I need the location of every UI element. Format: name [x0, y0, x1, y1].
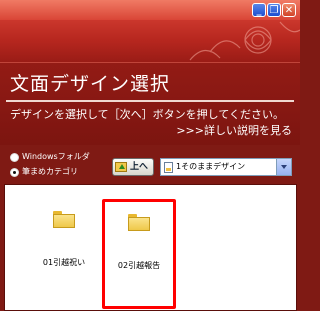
design-file-list[interactable]: 01引越祝い 02引越報告 — [4, 184, 297, 311]
folder-up-icon — [115, 162, 127, 172]
page-title: 文面デザイン選択 — [10, 73, 171, 95]
list-item-folder-selected[interactable]: 02引越報告 — [102, 199, 176, 309]
radio-windows-folder[interactable]: Windowsフォルダ — [10, 150, 90, 164]
folder-icon — [53, 211, 75, 228]
document-icon — [164, 161, 173, 173]
folder-name: 02引越報告 — [117, 261, 161, 270]
source-radio-group: Windowsフォルダ 筆まめカテゴリ — [10, 150, 90, 180]
radio-fudemame-category-button[interactable] — [10, 167, 19, 177]
title-divider — [6, 100, 294, 102]
radio-fudemame-category-label: 筆まめカテゴリ — [22, 167, 78, 176]
minimize-button[interactable]: _ — [252, 3, 266, 17]
radio-fudemame-category[interactable]: 筆まめカテゴリ — [10, 165, 90, 179]
up-button-label: 上へ — [130, 162, 149, 172]
instruction-text: デザインを選択して［次へ］ボタンを押してください。 — [10, 108, 285, 121]
close-button[interactable]: ✕ — [282, 3, 296, 17]
category-select[interactable]: 1そのままデザイン — [160, 158, 292, 176]
detail-help-link[interactable]: >>>詳しい説明を見る — [176, 124, 292, 138]
up-folder-button[interactable]: 上へ — [112, 158, 154, 176]
restore-button[interactable]: ❐ — [267, 3, 281, 17]
chevron-down-icon[interactable] — [276, 159, 291, 175]
title-banner: _ ❐ ✕ — [0, 0, 300, 62]
radio-windows-folder-label: Windowsフォルダ — [22, 152, 90, 161]
floral-decoration — [189, 21, 300, 61]
radio-windows-folder-button[interactable] — [10, 152, 19, 162]
folder-icon — [128, 214, 150, 231]
category-select-value: 1そのままデザイン — [176, 162, 246, 171]
list-item-folder[interactable]: 01引越祝い — [27, 199, 101, 309]
folder-name: 01引越祝い — [42, 258, 86, 267]
